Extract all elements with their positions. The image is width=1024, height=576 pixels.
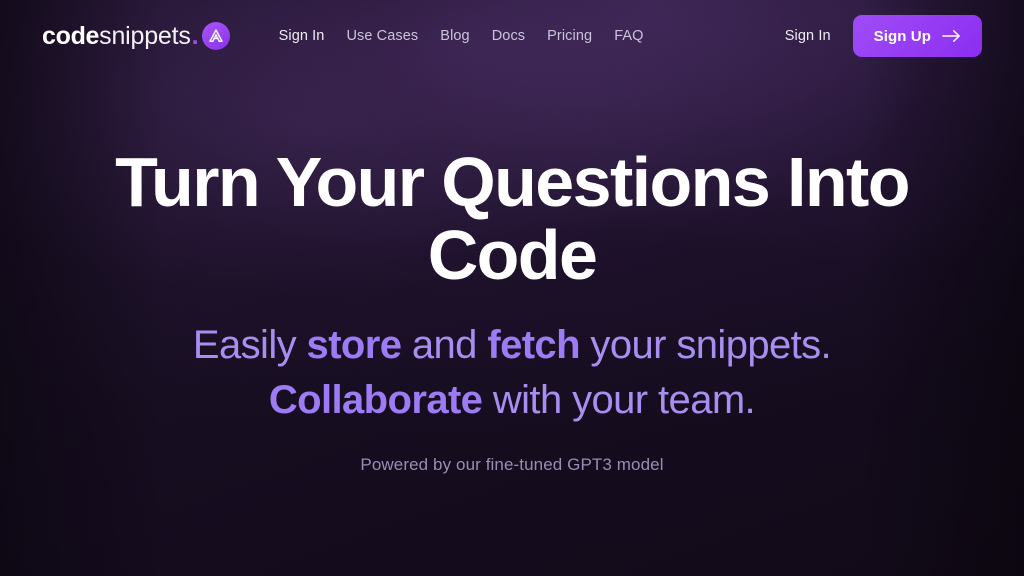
landing-page: code snippets. Sign In Use Cases Blog Doc…: [0, 0, 1024, 576]
hero-subtitle-text-4: with your team.: [482, 378, 756, 422]
hero-subtitle-accent-fetch: fetch: [487, 323, 580, 367]
arrow-right-icon: [942, 29, 961, 43]
hero-section: Turn Your Questions Into Code Easily sto…: [0, 0, 1024, 576]
brand-name-code: code: [42, 21, 100, 50]
page-title: Turn Your Questions Into Code: [115, 143, 910, 294]
brand-name-dot: .: [191, 21, 199, 50]
nav-link-sign-in[interactable]: Sign In: [268, 22, 336, 50]
nav-link-faq[interactable]: FAQ: [603, 22, 654, 50]
hero-subtitle: Easily store and fetch your snippets. Co…: [192, 318, 832, 428]
hero-subtitle-accent-collaborate: Collaborate: [268, 378, 483, 422]
nav-link-pricing[interactable]: Pricing: [536, 22, 603, 50]
hero-subtitle-text-3: your snippets.: [579, 323, 832, 367]
nav-link-blog[interactable]: Blog: [429, 22, 480, 50]
brand-logo[interactable]: code snippets.: [42, 22, 230, 51]
sign-up-button[interactable]: Sign Up: [852, 15, 982, 57]
hero-subtitle-text-1: Easily: [192, 323, 307, 367]
header-actions: Sign In Sign Up: [785, 15, 982, 57]
nav-link-use-cases[interactable]: Use Cases: [335, 22, 429, 50]
hero-note: Powered by our fine-tuned GPT3 model: [360, 455, 664, 474]
main-navigation: Sign In Use Cases Blog Docs Pricing FAQ: [268, 22, 655, 50]
logo-peak-icon: [201, 22, 230, 50]
hero-subtitle-accent-store: store: [306, 323, 402, 367]
sign-up-button-label: Sign Up: [873, 27, 931, 45]
sign-in-link[interactable]: Sign In: [785, 28, 831, 44]
brand-name-snippets: snippets: [99, 21, 191, 50]
nav-link-docs[interactable]: Docs: [481, 22, 536, 50]
hero-subtitle-text-2: and: [401, 323, 488, 367]
site-header: code snippets. Sign In Use Cases Blog Doc…: [0, 0, 1024, 72]
